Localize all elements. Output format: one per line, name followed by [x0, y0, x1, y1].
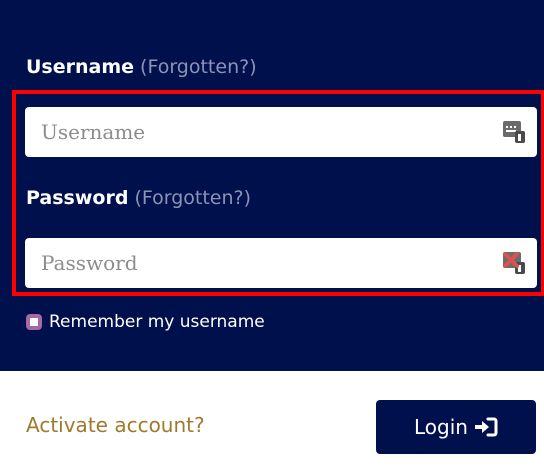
- login-label: Login: [414, 415, 468, 439]
- remember-label[interactable]: Remember my username: [49, 312, 265, 332]
- remember-row: Remember my username: [26, 312, 265, 332]
- activate-account-link[interactable]: Activate account?: [26, 413, 205, 437]
- credentials-highlight-box: [12, 90, 544, 296]
- remember-checkbox[interactable]: [26, 314, 42, 330]
- login-panel: Username(Forgotten?) Password(Forgotten?…: [0, 0, 544, 371]
- sign-in-icon: [474, 417, 498, 437]
- username-label-row: Username (Forgotten?): [26, 55, 257, 79]
- username-forgotten-link[interactable]: (Forgotten?): [140, 56, 257, 78]
- login-button[interactable]: Login: [376, 400, 536, 454]
- username-label: Username: [26, 56, 135, 78]
